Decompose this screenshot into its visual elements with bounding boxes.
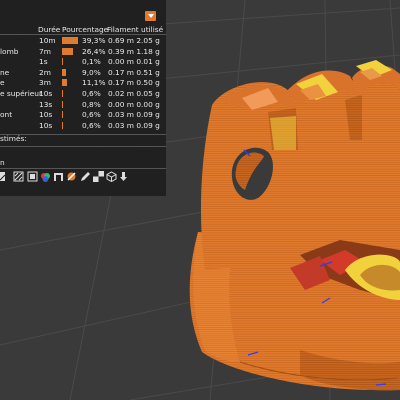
col-percentage: Pourcentage xyxy=(62,25,109,34)
feature-label: ont xyxy=(0,110,13,120)
legend-header xyxy=(0,0,166,23)
filament-value: 0.17 m 0.50 g xyxy=(108,78,160,88)
bottom-label: n xyxy=(0,158,5,167)
time-value: 10s xyxy=(39,120,53,130)
estimated-divider xyxy=(0,146,166,147)
percentage-bar xyxy=(62,68,66,76)
filament-value: 0.03 m 0.09 g xyxy=(108,120,160,130)
legend-row[interactable]: e 3m 11,1% 0.17 m 0.50 g xyxy=(0,78,166,89)
bridge-icon[interactable] xyxy=(53,171,64,182)
feature-label: e supérieur xyxy=(0,89,43,98)
time-value: 10s xyxy=(39,89,53,98)
percentage-bar xyxy=(62,100,63,108)
filament-value: 0.03 m 0.09 g xyxy=(108,110,160,120)
percent-value: 0,6% xyxy=(82,110,101,120)
time-value: 3m xyxy=(39,78,51,88)
percent-value: 0,8% xyxy=(82,99,101,109)
percent-value: 0,1% xyxy=(82,57,101,67)
feature-label: ne xyxy=(0,67,10,77)
legend-row[interactable]: ne 2m 9,0% 0.17 m 0.51 g xyxy=(0,68,166,79)
col-filament: Filament utilisé xyxy=(107,25,164,34)
percent-value: 0,6% xyxy=(82,89,101,98)
percent-value: 26,4% xyxy=(82,46,106,56)
view-type-dropdown-icon[interactable] xyxy=(145,11,156,21)
legend-row[interactable]: 10m 39,3% 0.69 m 2.05 g xyxy=(0,36,166,47)
time-value: 10s xyxy=(39,110,53,120)
percent-value: 39,3% xyxy=(82,36,106,45)
tool-icon-2[interactable] xyxy=(13,171,24,182)
percent-value: 11,1% xyxy=(82,78,106,88)
filament-value: 0.39 m 1.18 g xyxy=(108,46,160,56)
legend-row[interactable]: 10s 0,6% 0.03 m 0.09 g xyxy=(0,121,166,132)
tool-icon-3[interactable] xyxy=(27,171,38,182)
time-value: 7m xyxy=(39,46,51,56)
color-palette-icon[interactable] xyxy=(40,171,51,182)
percent-value: 0,6% xyxy=(82,120,101,130)
feature-label: e xyxy=(0,78,5,88)
time-value: 2m xyxy=(39,67,51,77)
toolbar-divider xyxy=(0,168,166,169)
filament-value: 0.00 m 0.01 g xyxy=(108,57,160,67)
percentage-bar xyxy=(62,79,67,87)
percentage-bar xyxy=(62,58,63,66)
percentage-bar xyxy=(62,47,73,55)
cube-icon[interactable] xyxy=(106,171,117,182)
header-divider xyxy=(0,34,166,35)
filament-value: 0.69 m 2.05 g xyxy=(108,36,160,45)
legend-row[interactable]: ont 10s 0,6% 0.03 m 0.09 g xyxy=(0,110,166,121)
estimated-times-label: stimés: xyxy=(0,134,27,143)
tool-icon-1[interactable] xyxy=(0,171,11,182)
filament-value: 0.02 m 0.05 g xyxy=(108,89,160,98)
time-value: 13s xyxy=(39,99,53,109)
legend-row[interactable]: lomb 7m 26,4% 0.39 m 1.18 g xyxy=(0,47,166,58)
feature-label: lomb xyxy=(0,46,19,56)
legend-row[interactable]: 13s 0,8% 0.00 m 0.00 g xyxy=(0,100,166,111)
percentage-bar xyxy=(62,90,63,97)
arrow-down-icon[interactable] xyxy=(118,171,129,182)
pencil-icon[interactable] xyxy=(80,171,91,182)
filament-value: 0.17 m 0.51 g xyxy=(108,67,160,77)
legend-row[interactable]: e supérieur 10s 0,6% 0.02 m 0.05 g xyxy=(0,89,166,100)
time-value: 10m xyxy=(39,36,56,45)
seam-icon[interactable] xyxy=(66,171,77,182)
col-duration: Durée xyxy=(38,25,61,34)
checker-icon[interactable] xyxy=(93,171,104,182)
filament-value: 0.00 m 0.00 g xyxy=(108,99,160,109)
printed-model xyxy=(189,60,400,391)
percent-value: 9,0% xyxy=(82,67,101,77)
legend-panel: Durée Pourcentage Filament utilisé 10m 39… xyxy=(0,0,166,196)
percentage-bar xyxy=(62,111,63,119)
percentage-bar xyxy=(62,37,78,44)
time-value: 1s xyxy=(39,57,48,67)
percentage-bar xyxy=(62,121,63,129)
legend-row[interactable]: 1s 0,1% 0.00 m 0.01 g xyxy=(0,57,166,68)
